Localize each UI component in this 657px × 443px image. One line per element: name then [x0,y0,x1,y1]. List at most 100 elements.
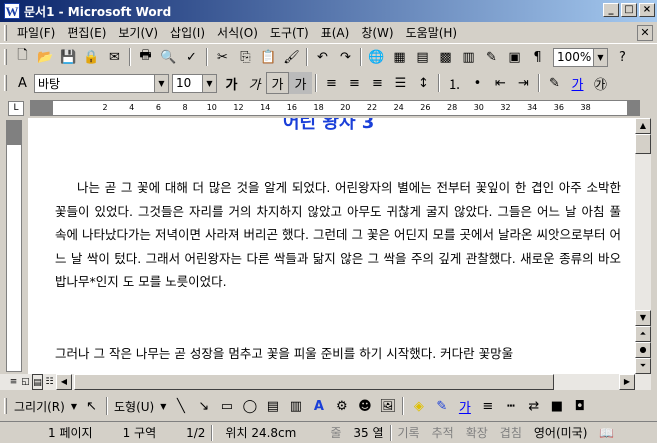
print-preview-icon[interactable]: 🔍 [157,46,180,68]
shadow-style-icon[interactable]: ■ [545,395,568,417]
zoom-select[interactable]: 100% ▼ [553,47,608,67]
doc-close-icon[interactable]: ✕ [637,25,653,41]
prev-page-button[interactable]: ⏶ [635,326,651,342]
columns-icon[interactable]: ▥ [457,46,480,68]
bold-button[interactable]: 가 [220,72,243,94]
menu-help[interactable]: 도움말(H) [400,22,464,43]
undo-icon[interactable]: ↶ [311,46,334,68]
arrow-icon[interactable]: ↘ [192,395,215,417]
word-app-icon[interactable]: W [4,3,20,19]
char-border-button[interactable]: 가 [266,72,289,94]
scroll-right-button[interactable]: ▶ [619,374,635,390]
align-left-icon[interactable]: ≡ [320,72,343,94]
horizontal-ruler[interactable]: 2 4 6 8 10 12 14 16 18 20 22 24 26 28 30 32 34 36 38 [30,100,640,116]
styles-icon[interactable]: A [11,72,34,94]
hyperlink-icon[interactable]: 🌐 [365,46,388,68]
insert-picture-icon[interactable]: 🖼 [376,395,399,417]
web-view-icon[interactable]: ◱ [20,374,31,390]
next-page-button[interactable]: ⏷ [635,358,651,374]
increase-indent-icon[interactable]: ⇥ [512,72,535,94]
save-icon[interactable]: 💾 [57,46,80,68]
copy-icon[interactable]: ⎘ [234,46,257,68]
menu-window[interactable]: 창(W) [355,22,399,43]
minimize-button[interactable]: _ [603,3,619,17]
fill-color-icon[interactable]: ◈ [407,395,430,417]
size-dropdown-icon[interactable]: ▼ [202,73,217,93]
line-color-icon[interactable]: ✎ [430,395,453,417]
cut-icon[interactable]: ✂ [211,46,234,68]
clipart-icon[interactable]: ☻ [353,395,376,417]
email-icon[interactable]: ✉ [103,46,126,68]
select-objects-icon[interactable]: ↖ [80,395,103,417]
font-color-icon[interactable]: 가 [566,72,589,94]
menu-grip[interactable] [4,24,7,41]
numbering-icon[interactable]: ⒈ [443,72,466,94]
menu-insert[interactable]: 삽입(I) [164,22,211,43]
horizontal-scroll-thumb[interactable] [74,374,554,390]
bullets-icon[interactable]: • [466,72,489,94]
insert-excel-icon[interactable]: ▩ [434,46,457,68]
char-shading-button[interactable]: 가 [289,72,312,94]
paste-icon[interactable]: 📋 [257,46,280,68]
close-button[interactable]: × [639,3,655,17]
select-browse-object-button[interactable]: ● [635,342,651,358]
decrease-indent-icon[interactable]: ⇤ [489,72,512,94]
document-page[interactable]: 어린 왕자 3 나는 곧 그 꽃에 대해 더 많은 것을 알게 되었다. 어린왕… [28,118,635,374]
new-document-icon[interactable]: 🗋 [11,46,34,68]
rectangle-icon[interactable]: ▭ [215,395,238,417]
drawing-icon[interactable]: ✎ [480,46,503,68]
3d-style-icon[interactable]: ◘ [568,395,591,417]
menu-format[interactable]: 서식(O) [211,22,264,43]
draw-toolbar-grip[interactable] [4,398,7,414]
scroll-down-button[interactable]: ▼ [635,310,651,326]
scroll-left-button[interactable]: ◀ [56,374,72,390]
print-layout-icon[interactable]: ▤ [32,374,43,390]
draw-menu-button[interactable]: 그리기(R) [11,398,68,415]
font-size-select[interactable]: 10 ▼ [172,73,217,93]
permission-icon[interactable]: 🔒 [80,46,103,68]
status-ext[interactable]: 확장 [460,424,494,441]
menu-edit[interactable]: 편집(E) [61,22,112,43]
draw-dropdown-icon[interactable]: ▼ [68,402,80,411]
vertical-scrollbar[interactable]: ▲ ▼ ⏶ ● ⏷ [635,118,651,374]
menu-view[interactable]: 보기(V) [112,22,164,43]
oval-icon[interactable]: ◯ [238,395,261,417]
italic-button[interactable]: 가 [243,72,266,94]
diagram-icon[interactable]: ⚙ [330,395,353,417]
spelling-icon[interactable]: ✓ [180,46,203,68]
redo-icon[interactable]: ↷ [334,46,357,68]
autoshapes-dropdown-icon[interactable]: ▼ [157,402,169,411]
toolbar-grip-2[interactable] [4,75,7,91]
align-center-icon[interactable]: ≡ [343,72,366,94]
tab-selector[interactable]: L [8,101,24,116]
line-icon[interactable]: ╲ [169,395,192,417]
toolbar-grip[interactable] [4,49,7,65]
spelling-status-icon[interactable]: 📖 [593,426,620,440]
arrow-style-icon[interactable]: ⇄ [522,395,545,417]
dash-style-icon[interactable]: ┅ [499,395,522,417]
menu-tools[interactable]: 도구(T) [264,22,315,43]
highlight-icon[interactable]: ✎ [543,72,566,94]
justify-icon[interactable]: ☰ [389,72,412,94]
status-ovr[interactable]: 겹침 [494,424,528,441]
horizontal-scrollbar[interactable]: ≡ ◱ ▤ ☷ ◀ ▶ [0,374,651,390]
line-spacing-icon[interactable]: ↕ [412,72,435,94]
help-icon[interactable]: ? [611,46,634,68]
draw-font-color-icon[interactable]: 가 [453,395,476,417]
status-rec[interactable]: 기록 [392,424,426,441]
show-hide-icon[interactable]: ¶ [526,46,549,68]
document-map-icon[interactable]: ▣ [503,46,526,68]
align-right-icon[interactable]: ≡ [366,72,389,94]
phonetic-guide-icon[interactable]: ㉮ [589,72,612,94]
autoshapes-button[interactable]: 도형(U) [111,398,157,415]
open-folder-icon[interactable]: 📂 [34,46,57,68]
line-style-icon[interactable]: ≡ [476,395,499,417]
vertical-ruler[interactable] [6,120,22,372]
textbox-icon[interactable]: ▤ [261,395,284,417]
format-painter-icon[interactable]: 🖌 [280,46,303,68]
insert-table-icon[interactable]: ▤ [411,46,434,68]
zoom-dropdown-icon[interactable]: ▼ [593,47,608,67]
maximize-button[interactable]: □ [621,3,637,17]
menu-table[interactable]: 표(A) [315,22,356,43]
outline-view-icon[interactable]: ☷ [44,374,55,390]
